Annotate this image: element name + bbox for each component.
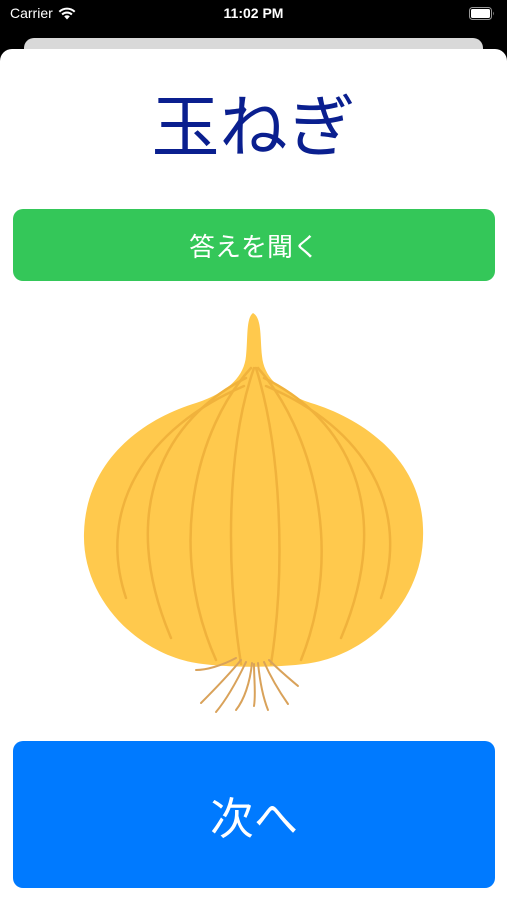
status-time: 11:02 PM [223, 5, 284, 21]
listen-answer-button[interactable]: 答えを聞く [13, 209, 495, 281]
app-screen: Carrier 11:02 PM 玉ねぎ 答えを聞く 次へ [0, 0, 507, 900]
word-title: 玉ねぎ [151, 89, 356, 168]
onion-illustration [83, 313, 424, 713]
next-button[interactable]: 次へ [13, 741, 495, 888]
battery-icon [469, 7, 494, 20]
status-bar: Carrier 11:02 PM [0, 0, 507, 30]
